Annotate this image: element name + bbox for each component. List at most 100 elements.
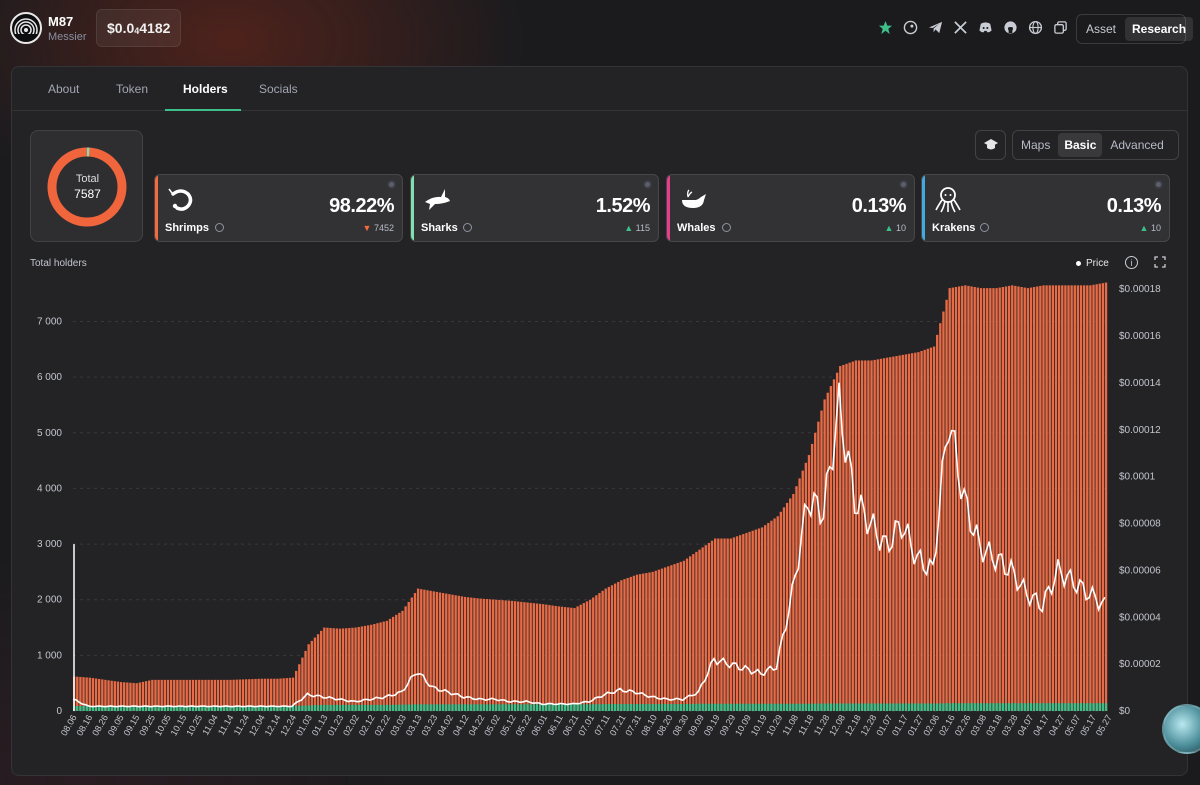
base-bar	[538, 704, 542, 711]
base-bar	[660, 704, 664, 711]
holders-bar	[420, 589, 423, 711]
base-bar	[770, 703, 773, 711]
holders-bar	[870, 360, 873, 711]
base-bar	[554, 704, 557, 711]
holders-bar	[532, 603, 535, 711]
base-bar	[926, 703, 929, 711]
telegram-icon[interactable]	[928, 20, 943, 35]
mode-asset-button[interactable]: Asset	[1079, 17, 1123, 41]
base-bar	[948, 703, 951, 711]
info-icon[interactable]	[980, 223, 989, 232]
holders-bar	[745, 532, 748, 711]
holders-bar	[657, 569, 661, 711]
holders-bar	[911, 353, 914, 711]
copy-icon[interactable]	[1053, 20, 1068, 35]
base-bar	[839, 703, 842, 711]
coingecko-icon[interactable]	[903, 20, 918, 35]
holders-bar	[726, 538, 729, 711]
category-card-shrimps[interactable]: Shrimps 98.22% ▼ 7452	[154, 174, 403, 242]
shark-icon	[425, 189, 450, 210]
base-bar	[310, 705, 313, 711]
base-bar	[1073, 703, 1076, 711]
tab-holders[interactable]: Holders	[183, 67, 228, 111]
holders-bar	[801, 470, 804, 711]
holders-bar	[648, 572, 651, 711]
holders-bar	[588, 599, 592, 711]
base-bar	[623, 704, 626, 711]
base-bar	[748, 703, 751, 711]
base-bar	[517, 704, 520, 711]
base-bar	[895, 703, 898, 711]
base-bar	[363, 704, 367, 711]
holders-bar	[1017, 286, 1020, 711]
tab-token[interactable]: Token	[116, 67, 148, 111]
holders-bar	[370, 624, 373, 711]
category-percent: 98.22%	[329, 195, 394, 217]
holders-bar	[492, 599, 495, 711]
category-card-krakens[interactable]: Krakens 0.13% ▲ 10	[921, 174, 1170, 242]
view-advanced-button[interactable]: Advanced	[1104, 133, 1169, 157]
view-basic-button[interactable]: Basic	[1058, 133, 1103, 157]
holders-bar	[1048, 285, 1051, 711]
base-bar	[1057, 703, 1061, 711]
base-bar	[885, 703, 889, 711]
base-bar	[548, 704, 551, 711]
active-tab-indicator	[165, 109, 241, 111]
holders-bar	[810, 443, 814, 711]
base-bar	[973, 703, 976, 711]
discord-icon[interactable]	[978, 20, 993, 35]
view-maps-button[interactable]: Maps	[1015, 133, 1056, 157]
github-icon[interactable]	[1003, 20, 1018, 35]
toggle-dot[interactable]	[387, 180, 396, 189]
base-bar	[1026, 703, 1030, 711]
holders-bar	[413, 593, 417, 711]
tab-about[interactable]: About	[48, 67, 79, 111]
base-bar	[401, 704, 404, 711]
y-right-tick-label: $0.00008	[1119, 519, 1161, 530]
info-icon[interactable]	[215, 223, 224, 232]
category-card-whales[interactable]: Whales 0.13% ▲ 10	[666, 174, 915, 242]
holders-bar	[438, 592, 442, 711]
info-icon[interactable]	[463, 223, 472, 232]
base-bar	[488, 704, 492, 711]
globe-icon[interactable]	[1028, 20, 1043, 35]
holders-bar	[429, 590, 432, 711]
base-bar	[651, 704, 654, 711]
base-bar	[1086, 703, 1089, 711]
base-bar	[1054, 703, 1058, 711]
x-icon[interactable]	[953, 20, 968, 35]
info-icon[interactable]	[722, 223, 731, 232]
tab-socials[interactable]: Socials	[259, 67, 298, 111]
holders-bar	[1054, 285, 1058, 711]
holders-bar	[1057, 285, 1061, 711]
star-icon[interactable]	[878, 20, 893, 35]
base-bar	[820, 703, 823, 711]
holders-bar	[860, 360, 864, 711]
base-bar	[876, 703, 879, 711]
category-accent-bar	[411, 175, 414, 241]
base-bar	[739, 703, 742, 711]
holders-bar	[864, 360, 867, 711]
category-count: ▼ 7452	[363, 223, 394, 233]
toggle-dot[interactable]	[643, 180, 652, 189]
total-holders-donut: Total 7587	[30, 130, 143, 242]
learn-button[interactable]	[975, 130, 1006, 160]
holders-bar	[301, 657, 304, 711]
base-bar	[1098, 703, 1101, 711]
holders-bar	[441, 593, 445, 711]
tab-bar: About Token Holders Socials	[12, 67, 1187, 111]
toggle-dot[interactable]	[1154, 180, 1163, 189]
holders-bar	[573, 608, 576, 711]
base-bar	[889, 703, 892, 711]
mode-research-button[interactable]: Research	[1125, 17, 1194, 41]
base-bar	[429, 704, 432, 711]
toggle-dot[interactable]	[899, 180, 908, 189]
base-bar	[498, 704, 501, 711]
category-card-sharks[interactable]: Sharks 1.52% ▲ 115	[410, 174, 659, 242]
holders-bar	[982, 288, 986, 711]
holders-bar	[638, 574, 642, 711]
base-bar	[735, 703, 739, 711]
holders-bar	[1092, 284, 1095, 711]
base-bar	[1082, 703, 1086, 711]
base-bar	[870, 703, 873, 711]
